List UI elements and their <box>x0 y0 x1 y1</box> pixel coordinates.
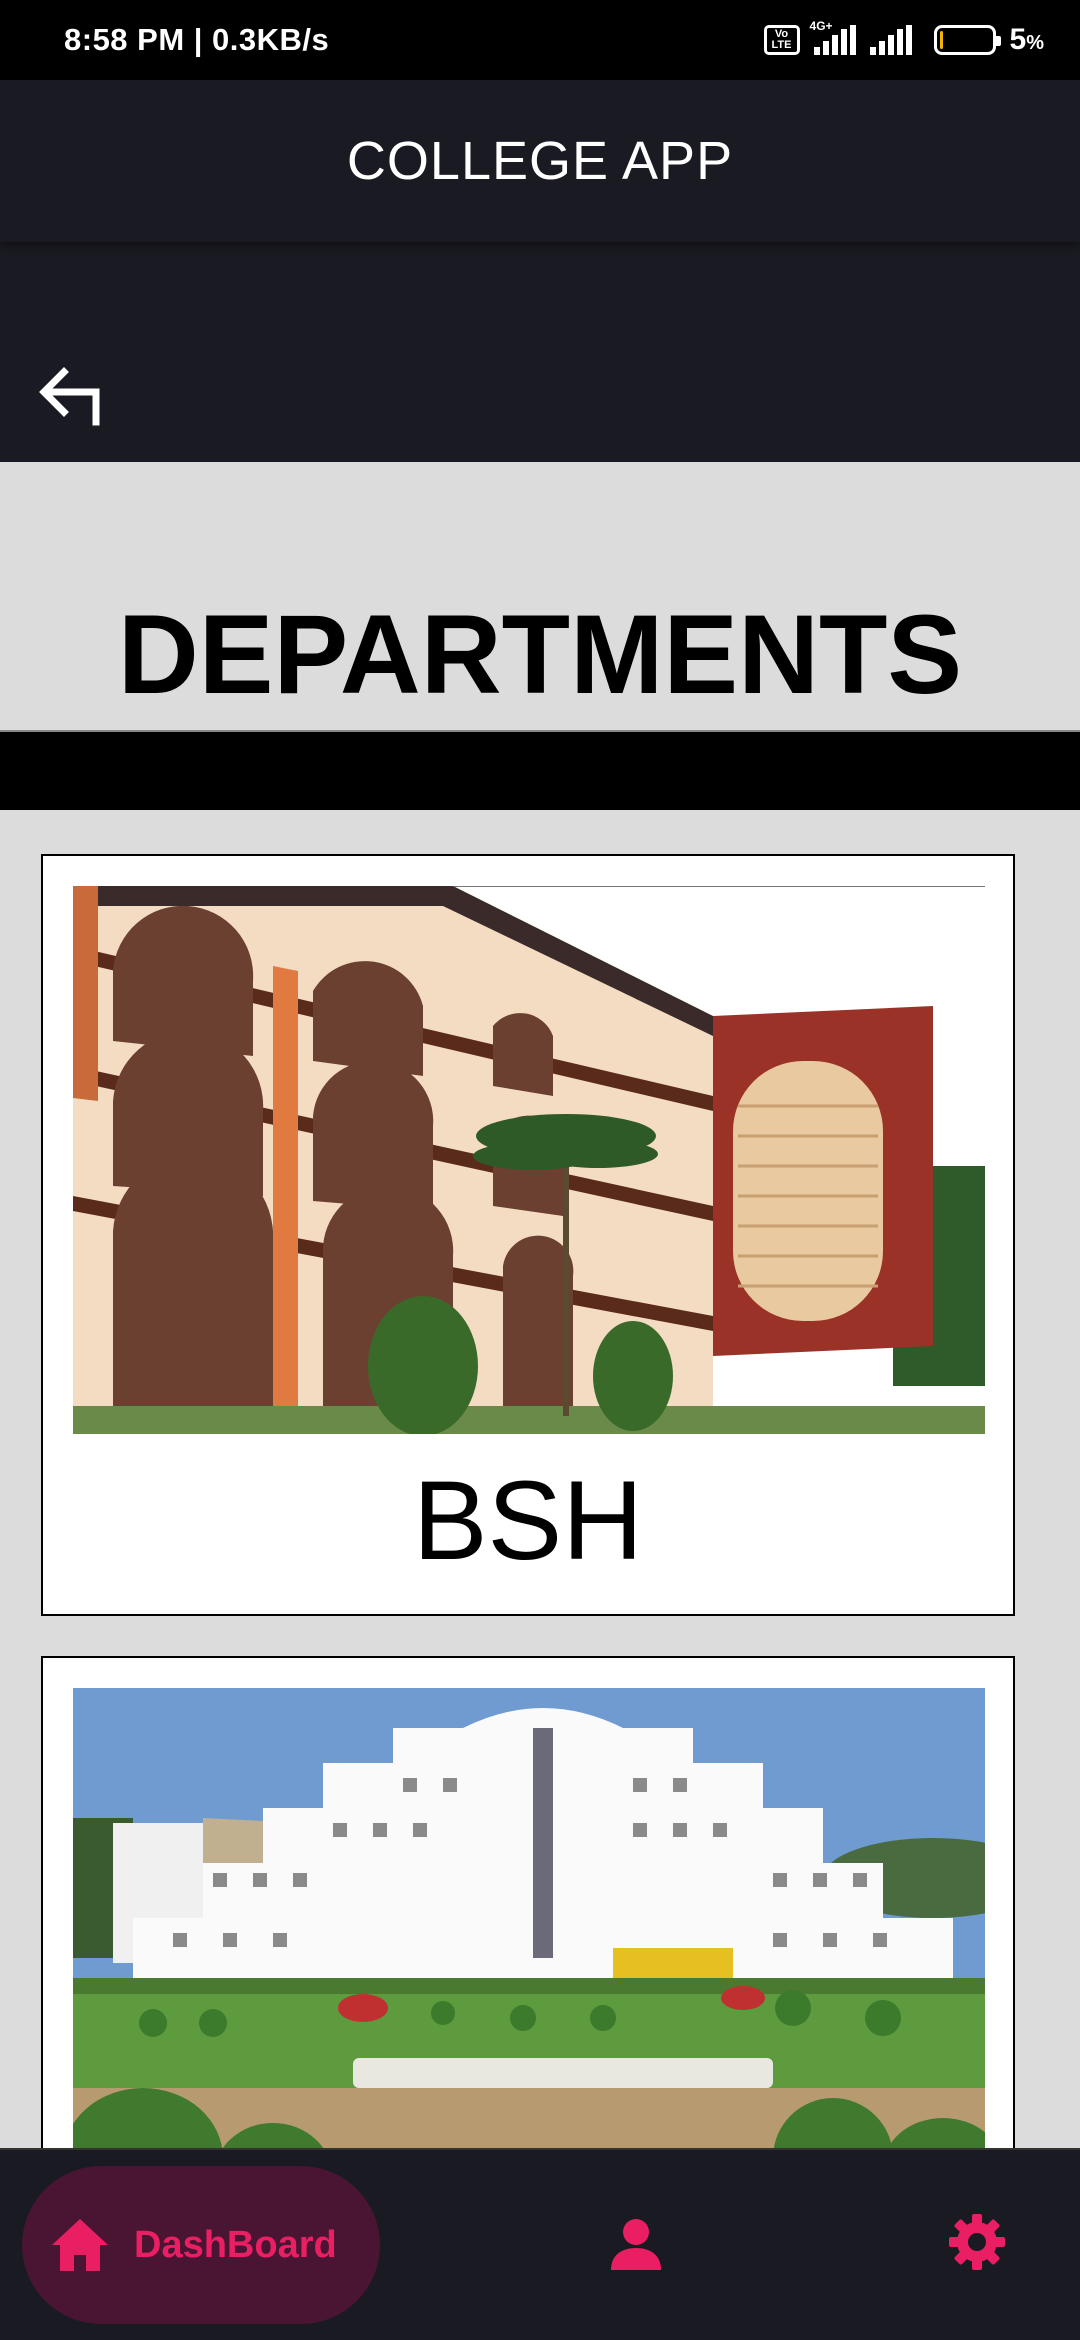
app-title: COLLEGE APP <box>346 131 734 191</box>
nav-dashboard-label: DashBoard <box>134 2223 337 2266</box>
signal-icon-sim1: 4G+ <box>810 19 856 55</box>
home-icon <box>52 2219 108 2271</box>
volte-icon: Vo LTE <box>763 25 800 55</box>
battery-text: 5% <box>1010 23 1044 57</box>
nav-profile[interactable] <box>608 2216 664 2277</box>
bottom-navigation: DashBoard <box>0 2148 1080 2340</box>
nav-dashboard[interactable]: DashBoard <box>22 2166 380 2324</box>
back-arrow-icon <box>39 367 100 426</box>
app-bar: COLLEGE APP <box>0 80 1080 242</box>
department-label: BSH <box>412 1458 644 1583</box>
signal-icon-sim2 <box>869 25 912 55</box>
page-title: DEPARTMENTS <box>117 592 963 717</box>
battery-level <box>939 31 943 49</box>
volte-bottom-text: LTE <box>771 39 792 51</box>
gear-icon <box>949 2214 1005 2270</box>
battery-unit: % <box>1026 32 1044 54</box>
back-area <box>0 242 1080 462</box>
status-bar: 8:58 PM | 0.3KB/s Vo LTE 4G+ 5% <box>0 0 1080 80</box>
back-button[interactable] <box>38 362 108 432</box>
status-time-speed: 8:58 PM | 0.3KB/s <box>64 22 330 57</box>
heading-divider-band <box>0 730 1080 810</box>
battery-percent: 5 <box>1009 23 1027 56</box>
status-icons: Vo LTE 4G+ 5% <box>763 19 1044 57</box>
network-type-label: 4G+ <box>809 19 833 33</box>
department-card[interactable]: BSH <box>41 854 1015 1616</box>
nav-settings[interactable] <box>947 2212 1007 2277</box>
department-image <box>73 886 985 1434</box>
person-icon <box>611 2219 661 2270</box>
battery-icon <box>933 25 1001 55</box>
